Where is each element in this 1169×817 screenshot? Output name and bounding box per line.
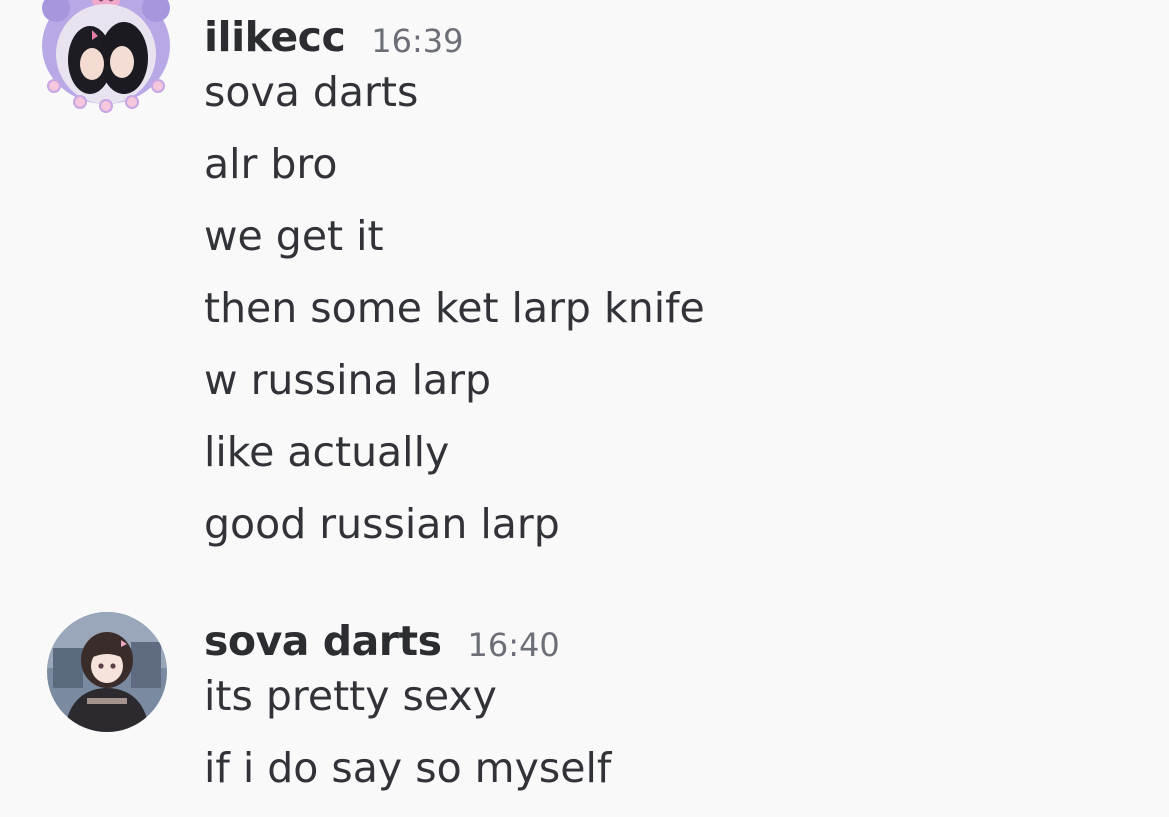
message-line[interactable]: its pretty sexy [204, 660, 1169, 732]
message-line[interactable]: w russina larp [204, 344, 1169, 416]
message-line[interactable]: alr bro [204, 128, 1169, 200]
message-line[interactable]: if i do say so myself [204, 732, 1169, 804]
message-line[interactable]: good russian larp [204, 488, 1169, 560]
kuromi-frame-avatar-icon [42, 0, 170, 113]
username[interactable]: ilikecc [204, 17, 346, 58]
timestamp[interactable]: 16:40 [467, 629, 559, 662]
message-line[interactable]: like actually [204, 416, 1169, 488]
timestamp[interactable]: 16:39 [371, 25, 463, 58]
message-header: ilikecc 16:39 [204, 0, 1169, 64]
message-content: ilikecc 16:39 sova darts alr bro we get … [204, 0, 1169, 560]
message-line[interactable]: we get it [204, 200, 1169, 272]
username[interactable]: sova darts [204, 621, 442, 662]
avatar[interactable] [47, 612, 167, 732]
message-line[interactable]: sova darts [204, 56, 1169, 128]
anime-girl-avatar-icon [47, 612, 167, 732]
avatar[interactable] [36, 0, 176, 122]
chat-message-list: ilikecc 16:39 sova darts alr bro we get … [0, 0, 1169, 817]
message-header: sova darts 16:40 [204, 604, 1169, 668]
message-line[interactable]: then some ket larp knife [204, 272, 1169, 344]
message-content: sova darts 16:40 its pretty sexy if i do… [204, 604, 1169, 804]
